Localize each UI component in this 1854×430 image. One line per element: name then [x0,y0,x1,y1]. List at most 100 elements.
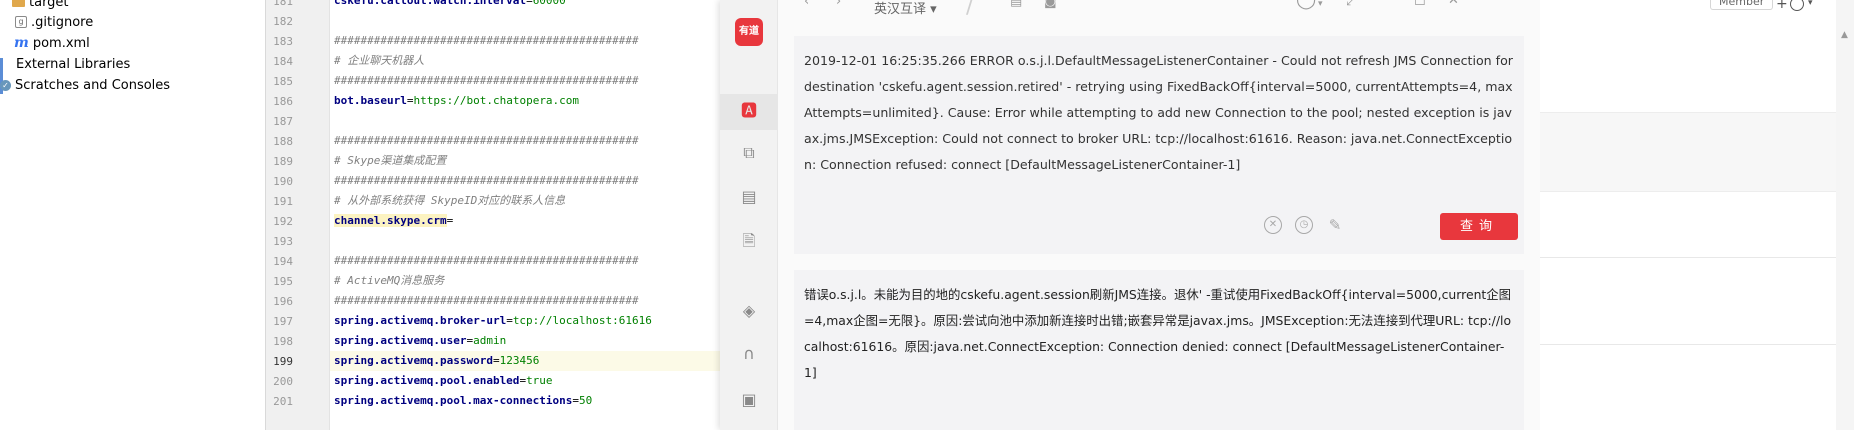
line-number: 200 [273,375,293,388]
line-number: 182 [273,15,293,28]
youdao-logo: 有道 [735,18,763,46]
close-icon[interactable]: ✕ [1448,0,1459,9]
code-line[interactable]: spring.activemq.pool.max-connections=50 [330,391,720,411]
resize-icon[interactable]: ⤢ [1346,0,1356,10]
line-number: 196 [273,295,293,308]
notes-icon[interactable]: ▤ [1010,0,1022,10]
line-number: 190 [273,175,293,188]
comment-text: # 企业聊天机器人 [334,54,425,67]
line-number: 189 [273,155,293,168]
edit-icon[interactable]: ✎ [1326,216,1344,234]
property-key: spring.activemq.broker-url [334,314,507,327]
code-line[interactable]: # ActiveMQ消息服务 [330,271,720,291]
translation-text[interactable]: 错误o.s.j.l。未能为目的地的cskefu.agent.session刷新J… [804,282,1516,386]
history-icon[interactable]: ◷ [1295,216,1313,234]
comment-text: ########################################… [334,254,639,267]
project-tree: target g .gitignore m pom.xml External L… [0,0,266,430]
minimize-icon[interactable]: – [1380,0,1387,8]
line-number: 187 [273,115,293,128]
member-badge[interactable]: Member [1710,0,1774,10]
translate-icon[interactable]: 🅰 [739,101,759,121]
maximize-icon[interactable]: ☐ [1414,0,1426,10]
code-line[interactable] [330,111,720,131]
code-line[interactable]: spring.activemq.pool.enabled=true [330,371,720,391]
line-number: 194 [273,255,293,268]
code-line[interactable]: ########################################… [330,291,720,311]
translation-card: 错误o.s.j.l。未能为目的地的cskefu.agent.session刷新J… [794,270,1524,430]
line-number: 183 [273,35,293,48]
direction-label: 英汉互译 [874,2,927,17]
code-line[interactable]: # 企业聊天机器人 [330,51,720,71]
query-button[interactable]: 查询 [1440,213,1518,240]
property-key: bot.baseurl [334,94,407,107]
divider-slash: / [966,0,974,19]
code-line[interactable]: ########################################… [330,131,720,151]
add-button[interactable]: + [1776,0,1788,12]
tree-item-gitignore[interactable]: g .gitignore [15,12,93,32]
tree-item-label: External Libraries [16,56,131,72]
scrollbar[interactable]: ▲ [1836,0,1854,430]
content-row [1540,112,1836,192]
equals-sign: = [492,354,500,367]
clear-icon[interactable]: ✕ [1264,216,1282,234]
code-line[interactable]: spring.activemq.user=admin [330,331,720,351]
translator-sidebar: 有道 🅰 ⧉ ▤ 🗎 ◈ ∩ ▣ [720,0,778,430]
video-icon[interactable]: ▣ [739,390,759,410]
user-icon[interactable] [1790,0,1804,11]
code-line[interactable]: ########################################… [330,71,720,91]
screenshot-translate-icon[interactable]: ⧉ [739,143,759,163]
tree-item-label: Scratches and Consoles [15,77,171,93]
chevron-down-icon[interactable]: ▾ [1318,0,1323,12]
property-key: spring.activemq.user [334,334,467,347]
chevron-down-icon[interactable]: ▾ [1808,0,1813,8]
line-number: 197 [273,315,293,328]
property-value: true [526,374,553,387]
scratch-icon: ✓ [0,79,11,91]
background-page: Member + ▾ ▲ [1540,0,1854,430]
headphones-icon[interactable]: ∩ [739,344,759,364]
divider [1540,257,1836,258]
equals-sign: = [446,214,454,227]
library-icon [0,58,12,94]
equals-sign: = [526,0,533,7]
source-text[interactable]: 2019-12-01 16:25:35.266 ERROR o.s.j.l.De… [804,48,1516,178]
tree-item-pom[interactable]: m pom.xml [14,33,90,53]
avatar-icon[interactable]: ◯ [1296,0,1316,9]
code-line[interactable]: ########################################… [330,251,720,271]
comment-text: # Skype渠道集成配置 [334,154,447,167]
line-number: 201 [273,395,293,408]
code-line[interactable]: ########################################… [330,171,720,191]
code-line[interactable]: cskefu.callout.watch.interval=60000 [330,0,720,11]
code-line[interactable]: # Skype渠道集成配置 [330,151,720,171]
code-line[interactable]: spring.activemq.password=123456 [330,351,720,371]
tree-item-label: pom.xml [32,35,90,51]
direction-dropdown[interactable]: 英汉互译 ▾ [874,0,937,17]
line-number: 186 [273,95,293,108]
scroll-up-icon[interactable]: ▲ [1841,30,1848,40]
code-line[interactable]: spring.activemq.broker-url=tcp://localho… [330,311,720,331]
tree-item-label: .gitignore [31,14,94,30]
vocabulary-icon[interactable]: ▤ [739,187,759,207]
camera-icon[interactable]: ◙ [1044,0,1057,10]
source-text-card[interactable]: 2019-12-01 16:25:35.266 ERROR o.s.j.l.De… [794,36,1524,254]
code-editor[interactable]: cskefu.callout.watch.interval=60000 #####… [330,0,720,430]
property-key: cskefu.callout.watch.interval [334,0,527,7]
tree-item-external-libraries[interactable]: External Libraries [0,54,131,94]
tree-item-scratches[interactable]: ✓ Scratches and Consoles [0,75,170,95]
tree-item-target[interactable]: target [12,0,69,12]
forward-icon[interactable]: › [836,0,841,10]
document-icon[interactable]: 🗎 [739,231,759,251]
comment-text: ########################################… [334,294,639,307]
tree-item-label: target [29,0,69,10]
code-line[interactable]: # 从外部系统获得 SkypeID对应的联系人信息 [330,191,720,211]
line-number: 191 [273,195,293,208]
code-line[interactable]: ########################################… [330,31,720,51]
code-line[interactable] [330,11,720,31]
code-line[interactable] [330,231,720,251]
code-line[interactable]: channel.skype.crm= [330,211,720,231]
code-line[interactable]: bot.baseurl=https://bot.chatopera.com [330,91,720,111]
gitignore-icon: g [15,16,27,28]
hat-icon[interactable]: ◈ [739,301,759,321]
property-value: https://bot.chatopera.com [413,94,580,107]
back-icon[interactable]: ‹ [804,0,809,10]
